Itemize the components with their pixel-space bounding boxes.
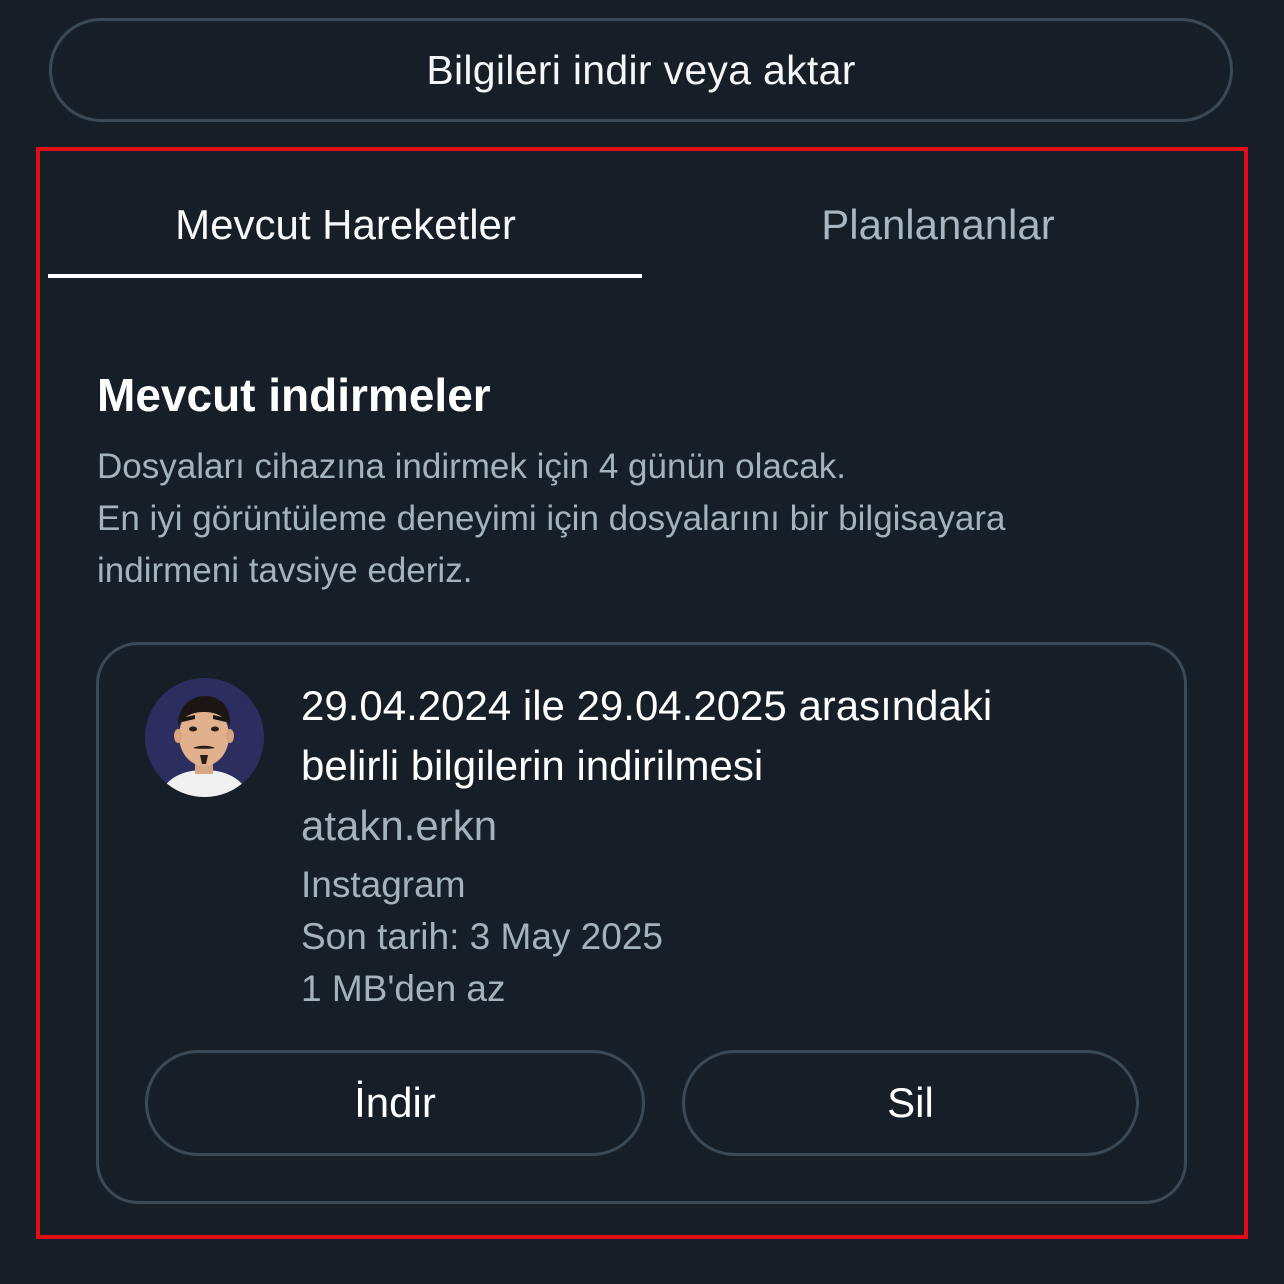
download-title-line: 29.04.2024 ile 29.04.2025 arasındaki <box>301 682 993 729</box>
download-button[interactable]: İndir <box>145 1050 645 1156</box>
platform-name: Instagram <box>301 864 466 905</box>
tab-planned-label: Planlananlar <box>821 201 1055 248</box>
tab-current-activity-label: Mevcut Hareketler <box>175 201 516 248</box>
section-title: Mevcut indirmeler <box>97 369 491 421</box>
download-or-transfer-label: Bilgileri indir veya aktar <box>426 46 856 93</box>
avatar <box>145 678 264 797</box>
download-meta: Instagram Son tarih: 3 May 2025 1 MB'den… <box>301 859 663 1015</box>
delete-button[interactable]: Sil <box>682 1050 1139 1156</box>
download-or-transfer-button[interactable]: Bilgileri indir veya aktar <box>49 18 1233 122</box>
deadline-text: Son tarih: 3 May 2025 <box>301 916 663 957</box>
download-title-line: belirli bilgilerin indirilmesi <box>301 742 764 789</box>
download-button-label: İndir <box>354 1079 436 1126</box>
active-tab-indicator <box>48 274 642 278</box>
avatar-photo <box>145 678 264 797</box>
account-username: atakn.erkn <box>301 802 498 849</box>
delete-button-label: Sil <box>887 1079 934 1126</box>
description-line: En iyi görüntüleme deneyimi için dosyala… <box>97 499 1006 538</box>
tab-current-activity[interactable]: Mevcut Hareketler <box>49 195 642 255</box>
description-line: indirmeni tavsiye ederiz. <box>97 551 473 590</box>
download-title: 29.04.2024 ile 29.04.2025 arasındaki bel… <box>301 676 1181 796</box>
file-size-text: 1 MB'den az <box>301 968 506 1009</box>
tab-planned[interactable]: Planlananlar <box>642 195 1234 255</box>
section-description: Dosyaları cihazına indirmek için 4 günün… <box>97 441 1207 597</box>
description-line: Dosyaları cihazına indirmek için 4 günün… <box>97 447 846 486</box>
